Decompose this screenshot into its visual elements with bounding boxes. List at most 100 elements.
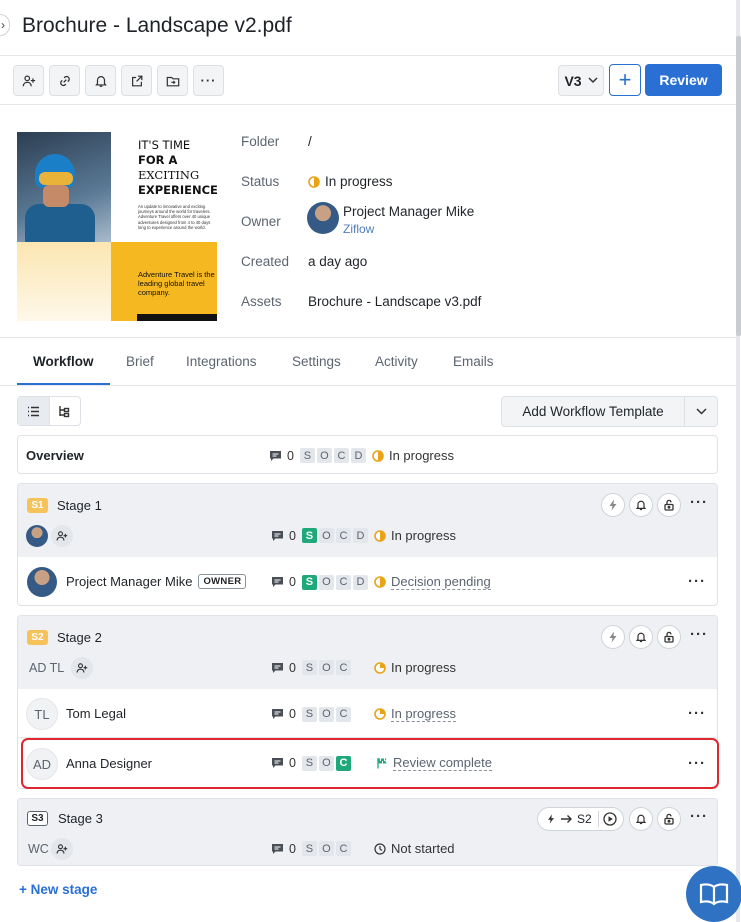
comment-icon	[272, 530, 283, 541]
tab-activity[interactable]: Activity	[375, 354, 418, 369]
list-view-button[interactable]	[18, 397, 50, 425]
stage-2-add-member-button[interactable]	[71, 657, 93, 679]
stage-1-status-text: In progress	[390, 528, 456, 543]
stage-1-badge: S1	[27, 498, 48, 513]
status-letter-o: O	[316, 448, 332, 463]
bell-icon	[635, 632, 647, 643]
member-avatar: TL	[26, 698, 58, 730]
stage-2-automation-button[interactable]	[601, 625, 625, 649]
chevron-down-icon	[588, 77, 598, 84]
stage-2-name[interactable]: Stage 2	[57, 630, 102, 645]
in-progress-icon	[374, 708, 386, 720]
lock-open-icon	[664, 499, 674, 511]
add-reviewer-button[interactable]	[13, 65, 44, 96]
status-letter-d: D	[352, 528, 368, 543]
review-button[interactable]: Review	[645, 64, 722, 96]
tab-emails[interactable]: Emails	[453, 354, 494, 369]
comment-count: 0	[269, 449, 294, 463]
stage-3-more-button[interactable]: ···	[690, 808, 708, 825]
brochure-headline: IT'S TIME FOR A EXCITING EXPERIENCE	[138, 138, 217, 198]
comment-count: 0	[271, 707, 296, 721]
add-person-icon	[56, 531, 68, 541]
stage-1-automation-button[interactable]	[601, 493, 625, 517]
overview-status: In progress	[372, 448, 454, 463]
member-more-button[interactable]: ···	[688, 573, 706, 590]
stage-3-trigger-chain[interactable]: S2	[537, 807, 624, 831]
stage-3-status-text: Not started	[390, 841, 455, 856]
comment-count-value: 0	[289, 841, 296, 856]
tab-integrations[interactable]: Integrations	[186, 354, 257, 369]
member-decision-status[interactable]: In progress	[374, 706, 456, 722]
comment-count: 0	[271, 575, 296, 589]
divider	[0, 104, 736, 105]
more-actions-button[interactable]: ···	[193, 65, 224, 96]
arrow-right-icon	[561, 815, 572, 823]
in-progress-icon	[372, 449, 384, 462]
created-value: a day ago	[308, 254, 368, 269]
brochure-body-text: An update to innovative and exciting jou…	[138, 204, 211, 230]
comment-count-value: 0	[289, 660, 296, 675]
comment-count-value: 0	[289, 707, 296, 721]
share-button[interactable]	[121, 65, 152, 96]
tab-workflow[interactable]: Workflow	[33, 354, 94, 369]
proof-thumbnail[interactable]: IT'S TIME FOR A EXCITING EXPERIENCE An u…	[17, 132, 217, 321]
template-options-button[interactable]	[685, 397, 717, 426]
folder-value[interactable]: /	[308, 134, 312, 149]
add-person-icon	[76, 663, 88, 673]
in-progress-icon	[374, 529, 386, 542]
stage-3-name[interactable]: Stage 3	[58, 811, 103, 826]
stage-2-status: In progress	[374, 660, 456, 675]
help-button[interactable]	[686, 866, 741, 922]
status-letter-c: C	[335, 706, 351, 722]
new-stage-button[interactable]: + New stage	[19, 882, 97, 897]
created-label: Created	[241, 254, 290, 269]
status-letter-d: D	[350, 448, 366, 463]
link-icon	[59, 75, 70, 86]
move-to-folder-button[interactable]	[157, 65, 188, 96]
status-letter-o: O	[318, 706, 334, 722]
stage-1-notify-button[interactable]	[629, 493, 653, 517]
stage-3-add-member-button[interactable]	[51, 838, 73, 860]
tab-brief[interactable]: Brief	[126, 354, 154, 369]
scrollbar-thumb[interactable]	[736, 36, 741, 336]
status-letter-o: O	[318, 660, 334, 675]
stage-1-summary: 0 S O C D In progress	[271, 528, 456, 543]
status-value: In progress	[308, 174, 393, 189]
lightning-icon	[548, 814, 554, 824]
stage-2-status-text: In progress	[390, 660, 456, 675]
list-icon	[27, 406, 39, 416]
notifications-button[interactable]	[85, 65, 116, 96]
member-status-text: In progress	[390, 706, 456, 722]
owner-tag: OWNER	[198, 574, 247, 589]
comment-count: 0	[271, 529, 296, 543]
tree-view-button[interactable]	[50, 397, 81, 425]
share-icon	[131, 75, 142, 86]
member-more-button[interactable]: ···	[688, 705, 706, 722]
tab-settings[interactable]: Settings	[292, 354, 341, 369]
copy-link-button[interactable]	[49, 65, 80, 96]
upload-new-version-button[interactable]: +	[609, 64, 641, 96]
stage-3-lock-button[interactable]	[657, 807, 681, 831]
version-select[interactable]: V3	[558, 65, 604, 96]
bell-icon	[635, 500, 647, 511]
stage-2-notify-button[interactable]	[629, 625, 653, 649]
stage-1-lock-button[interactable]	[657, 493, 681, 517]
assets-value[interactable]: Brochure - Landscape v3.pdf	[308, 294, 481, 309]
stage-1-name[interactable]: Stage 1	[57, 498, 102, 513]
add-workflow-template-button[interactable]: Add Workflow Template	[501, 396, 718, 427]
stage-2-more-button[interactable]: ···	[690, 626, 708, 643]
stage-3-notify-button[interactable]	[629, 807, 653, 831]
comment-icon	[272, 577, 283, 587]
status-letter-s: S	[301, 574, 317, 590]
stage-1-more-button[interactable]: ···	[690, 494, 708, 511]
stage-3-summary: 0 S O C Not started	[271, 841, 455, 856]
view-toggle	[17, 396, 81, 426]
bell-icon	[94, 75, 107, 87]
status-letter-o: O	[318, 574, 334, 590]
stage-2-lock-button[interactable]	[657, 625, 681, 649]
stage-1-add-member-button[interactable]	[51, 525, 73, 547]
status-letter-d: D	[352, 574, 368, 590]
collapse-panel-button[interactable]: ›	[0, 14, 10, 36]
headline-line: EXCITING	[138, 168, 200, 182]
member-decision-status[interactable]: Decision pending	[374, 574, 491, 590]
